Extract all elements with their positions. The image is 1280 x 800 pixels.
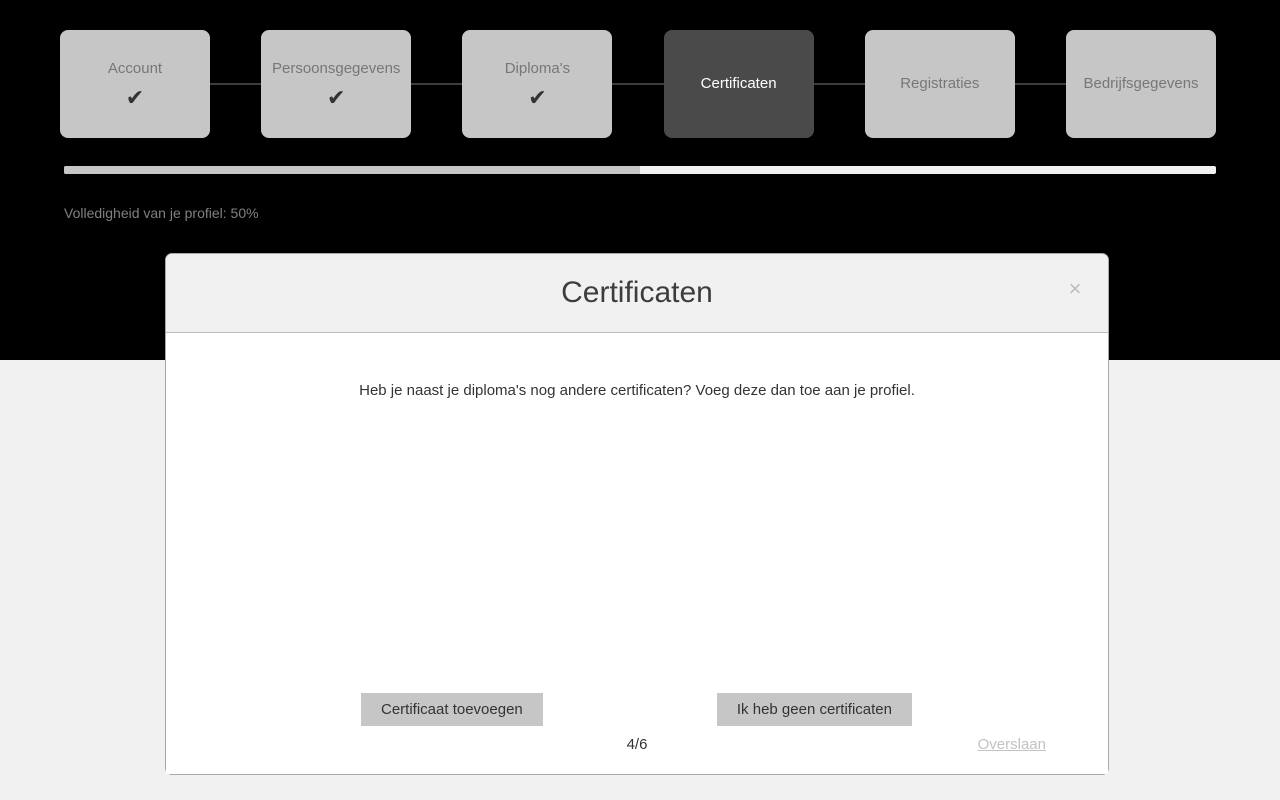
stepper-step-certificaten[interactable]: Certificaten: [663, 30, 814, 138]
check-icon: ✔: [125, 85, 145, 110]
stepper-step-diplomas[interactable]: Diploma's ✔: [462, 30, 613, 138]
stepper-connector: [210, 83, 262, 85]
profile-completeness-progressbar: [64, 166, 1216, 174]
stepper-step-registraties[interactable]: Registraties: [864, 30, 1015, 138]
stepper-step-persoonsgegevens[interactable]: Persoonsgegevens ✔: [261, 30, 412, 138]
modal-body: Heb je naast je diploma's nog andere cer…: [166, 333, 1108, 774]
stepper-step-bedrijfsgegevens[interactable]: Bedrijfsgegevens: [1066, 30, 1217, 138]
close-icon[interactable]: ×: [1060, 274, 1090, 304]
stepper-connector: [1014, 83, 1067, 85]
stepper-step-label: Diploma's: [504, 60, 571, 77]
onboarding-stepper: Account ✔ Persoonsgegevens ✔ Diploma's ✔…: [60, 30, 1217, 138]
modal-header: Certificaten ×: [166, 254, 1108, 333]
stepper-step-label: Registraties: [900, 75, 980, 92]
progressbar-fill: [64, 166, 640, 174]
no-certificates-button[interactable]: Ik heb geen certificaten: [716, 693, 912, 726]
modal-title: Certificaten: [561, 276, 713, 309]
stepper-step-label: Account: [107, 60, 163, 77]
certificaten-modal: Certificaten × Heb je naast je diploma's…: [165, 253, 1109, 775]
modal-intro-text: Heb je naast je diploma's nog andere cer…: [359, 382, 915, 399]
page-indicator: 4/6: [626, 736, 648, 753]
stepper-step-label: Certificaten: [700, 75, 777, 92]
modal-footer: 4/6 Overslaan: [166, 732, 1108, 758]
stepper-step-account[interactable]: Account ✔: [60, 30, 210, 138]
stepper-step-label: Persoonsgegevens: [271, 60, 401, 77]
stepper-connector: [612, 83, 664, 85]
stepper-step-label: Bedrijfsgegevens: [1083, 75, 1199, 92]
skip-link[interactable]: Overslaan: [978, 732, 1046, 758]
check-icon: ✔: [528, 85, 547, 110]
modal-action-row: Certificaat toevoegen Ik heb geen certif…: [361, 693, 912, 726]
stepper-connector: [411, 83, 463, 85]
profile-completeness-label: Volledigheid van je profiel: 50%: [64, 205, 259, 221]
stepper-connector: [813, 83, 865, 85]
check-icon: ✔: [326, 85, 346, 110]
add-certificate-button[interactable]: Certificaat toevoegen: [361, 693, 543, 726]
